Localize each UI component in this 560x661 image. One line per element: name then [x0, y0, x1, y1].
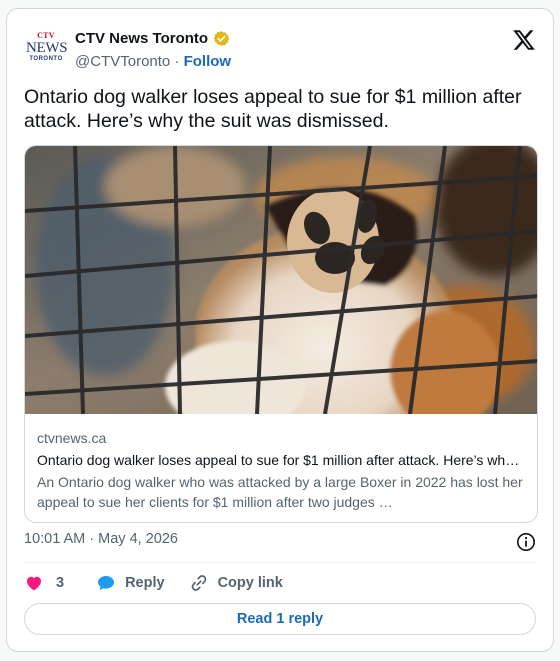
- handle-separator: ·: [174, 53, 180, 70]
- verified-badge-icon: [213, 31, 230, 46]
- info-icon[interactable]: [516, 532, 536, 552]
- copy-link-label: Copy link: [217, 575, 283, 591]
- tweet-header: CTV NEWS TORONTO CTV News Toronto @CTVTo…: [24, 26, 536, 74]
- link-meta: ctvnews.ca Ontario dog walker loses appe…: [37, 428, 525, 512]
- divider: [24, 562, 536, 563]
- like-count: 3: [56, 575, 65, 591]
- reply-button[interactable]: Reply: [96, 573, 165, 593]
- name-row: CTV News Toronto: [75, 30, 230, 47]
- action-bar: 3 Reply Copy link: [24, 572, 283, 594]
- logo-ctv-text: CTV: [37, 31, 55, 40]
- link-domain: ctvnews.ca: [37, 430, 107, 446]
- heart-icon: [27, 576, 41, 591]
- link-description: An Ontario dog walker who was attacked b…: [37, 474, 523, 510]
- account-handle[interactable]: @CTVToronto: [75, 53, 170, 70]
- ctv-news-toronto-logo[interactable]: CTV NEWS TORONTO: [26, 31, 68, 68]
- display-name[interactable]: CTV News Toronto: [75, 30, 208, 47]
- logo-city-text: TORONTO: [29, 56, 63, 62]
- tweet-card: CTV NEWS TORONTO CTV News Toronto @CTVTo…: [6, 8, 554, 652]
- x-logo-icon[interactable]: [512, 28, 536, 52]
- link-title: Ontario dog walker loses appeal to sue f…: [37, 452, 525, 468]
- reply-bubble-icon: [98, 576, 115, 590]
- handle-row: @CTVToronto · Follow: [75, 53, 231, 70]
- reply-label: Reply: [125, 575, 165, 591]
- tweet-text: Ontario dog walker loses appeal to sue f…: [24, 86, 522, 132]
- copy-link-button[interactable]: Copy link: [189, 573, 283, 593]
- article-image-dog-paw-through-cage: [25, 146, 537, 414]
- follow-button[interactable]: Follow: [184, 53, 232, 70]
- logo-news-text: NEWS: [26, 40, 68, 56]
- read-replies-button[interactable]: Read 1 reply: [24, 603, 536, 635]
- tweet-timestamp[interactable]: 10:01 AM · May 4, 2026: [24, 531, 178, 547]
- like-button[interactable]: 3: [24, 573, 64, 593]
- link-preview-card[interactable]: ctvnews.ca Ontario dog walker loses appe…: [24, 145, 538, 523]
- link-icon: [191, 575, 206, 591]
